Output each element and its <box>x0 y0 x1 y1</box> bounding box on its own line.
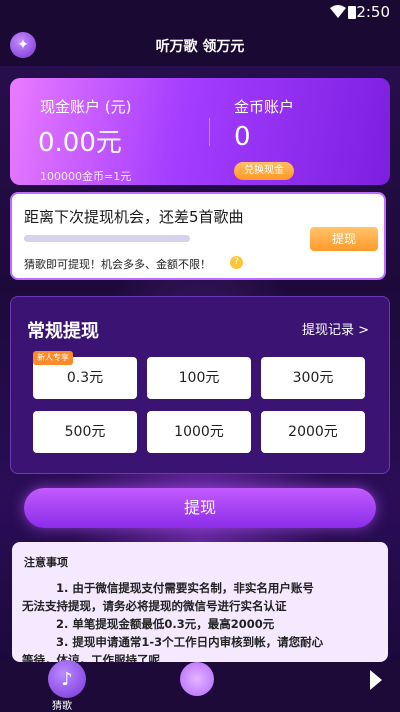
amount-label: 0.3元 <box>66 370 104 386</box>
amount-option-0-3[interactable]: 新人专享 0.3元 <box>33 351 137 399</box>
play-arrow-icon[interactable] <box>370 670 382 690</box>
notes-panel: 注意事项 1. 由于微信提现支付需要实名制，非实名用户账号 无法支持提现，请务必… <box>12 542 388 662</box>
regular-withdraw-card: 常规提现 提现记录 > 新人专享 0.3元 100元 300元 500元 100… <box>10 296 390 474</box>
amount-label: 1000元 <box>174 424 224 440</box>
amount-label: 2000元 <box>288 424 338 440</box>
progress-track <box>24 235 190 242</box>
amount-label: 300元 <box>292 370 334 386</box>
guess-song-label[interactable]: 猜歌 <box>52 697 72 712</box>
page-title: 听万歌 领万元 <box>155 39 245 55</box>
battery-icon <box>348 6 356 19</box>
progress-tip: 猜歌即可提现！机会多多、金额不限！ <box>24 258 211 271</box>
regular-withdraw-title: 常规提现 <box>27 321 99 342</box>
top-bar: ✦ 听万歌 领万元 <box>0 24 400 66</box>
withdraw-record-link[interactable]: 提现记录 > <box>302 319 369 338</box>
notes-line: 等待，体谅，工作服持了呢 <box>22 653 160 662</box>
status-time: 2:50 <box>356 3 390 21</box>
amount-option-500[interactable]: 500元 <box>33 411 137 453</box>
progress-withdraw-button[interactable]: 提现 <box>310 227 378 251</box>
amount-label: 100元 <box>178 370 220 386</box>
amount-option-300[interactable]: 300元 <box>261 357 365 399</box>
notes-line: 2. 单笔提现金额最低0.3元，最高2000元 <box>56 617 275 631</box>
wifi-icon <box>330 5 346 18</box>
withdraw-button[interactable]: 提现 <box>24 488 376 528</box>
account-card: 现金账户 (元) 0.00元 100000金币=1元 金币账户 0 兑换现金 <box>10 78 390 185</box>
coin-value: 0 <box>234 122 251 152</box>
question-icon[interactable]: ? <box>230 256 243 269</box>
new-user-badge: 新人专享 <box>33 351 73 365</box>
music-note-icon[interactable]: ♪ <box>48 660 86 698</box>
exchange-cash-button[interactable]: 兑换现金 <box>234 162 294 180</box>
amount-option-1000[interactable]: 1000元 <box>147 411 251 453</box>
notes-title: 注意事项 <box>24 556 68 569</box>
cash-value: 0.00元 <box>38 128 122 158</box>
notes-line: 无法支持提现，请务必将提现的微信号进行实名认证 <box>22 599 287 613</box>
amount-label: 500元 <box>64 424 106 440</box>
notes-line: 1. 由于微信提现支付需要实名制，非实名用户账号 <box>56 581 314 595</box>
coin-account-label: 金币账户 <box>234 98 295 116</box>
notes-line: 3. 提现申请通常1-3个工作日内审核到帐，请您耐心 <box>56 635 324 649</box>
amount-option-100[interactable]: 100元 <box>147 357 251 399</box>
cash-account-label: 现金账户 (元) <box>40 98 132 116</box>
divider <box>209 118 210 146</box>
progress-card: 距离下次提现机会，还差5首歌曲 提现 猜歌即可提现！机会多多、金额不限！ ? <box>10 192 386 280</box>
floating-bubble[interactable] <box>180 662 214 696</box>
exchange-rate-text: 100000金币=1元 <box>40 170 132 183</box>
status-bar: 2:50 <box>0 0 400 24</box>
amount-option-2000[interactable]: 2000元 <box>261 411 365 453</box>
progress-message: 距离下次提现机会，还差5首歌曲 <box>24 208 244 226</box>
